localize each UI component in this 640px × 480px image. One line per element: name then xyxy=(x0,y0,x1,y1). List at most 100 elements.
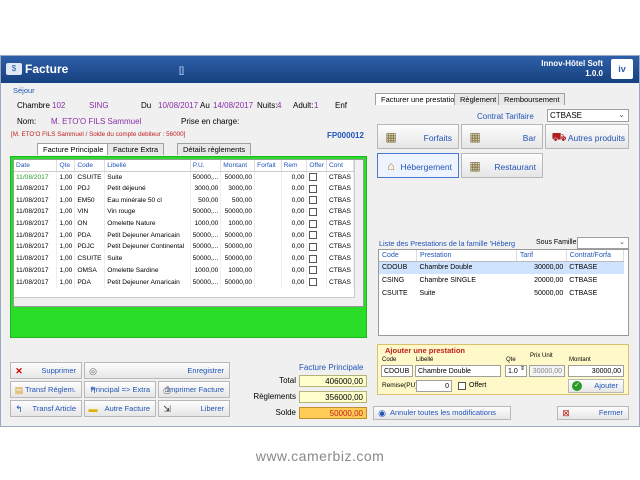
pcol-prestation[interactable]: Prestation xyxy=(416,250,517,262)
principal-extra-button[interactable]: ↰ Principal => Extra xyxy=(84,381,156,398)
window-title: Facture xyxy=(25,62,69,76)
table-cell: 50000,00 xyxy=(220,206,256,218)
table-cell: 0,00 xyxy=(281,206,308,218)
offer-checkbox[interactable] xyxy=(309,173,318,182)
prestation-row[interactable]: CSUITE Suite 50000,00 CTBASE xyxy=(379,287,624,300)
tab-details-reglements[interactable]: Détails règlements xyxy=(177,143,252,155)
tab-facture-principale[interactable]: Facture Principale xyxy=(37,143,110,155)
table-row[interactable]: 11/08/2017 1,00 CSUITE Suite 50000,... 50000,… xyxy=(14,252,355,265)
table-cell: CTBAS xyxy=(326,217,355,230)
remise-label: Remise(PU) xyxy=(382,382,418,389)
col-date[interactable]: Date xyxy=(14,160,58,172)
prestation-row[interactable]: CDOUB Chambre Double 30000,00 CTBASE xyxy=(379,261,624,274)
col-libelle[interactable]: Libellé xyxy=(104,160,191,172)
col-pu[interactable]: P.U. xyxy=(190,160,222,172)
table-vertical-scrollbar[interactable] xyxy=(354,160,363,306)
offer-checkbox[interactable] xyxy=(309,254,318,263)
table-row[interactable]: 11/08/2017 1,00 PDJ Petit déjeuné 3000,00 300… xyxy=(14,182,355,195)
contrat-select[interactable]: CTBASE ⌄ xyxy=(547,109,629,122)
ajouter-libelle-label: Libellé xyxy=(416,357,434,363)
ajouter-qte-stepper[interactable]: 1.0 ⇕ xyxy=(505,365,527,377)
cart-icon: ⛟ xyxy=(551,130,567,144)
famille-forfaits-button[interactable]: ▦ Forfaits xyxy=(377,124,459,149)
imprimer-facture-button[interactable]: ⎙ Imprimer Facture xyxy=(158,381,230,398)
ajouter-libelle-input[interactable]: Chambre Double xyxy=(415,365,501,377)
transf-reglem-button[interactable]: ▤ Transf Réglem. xyxy=(10,381,82,398)
ajouter-code-input[interactable]: CDOUB xyxy=(381,365,413,377)
nuits-value: 4 xyxy=(277,101,282,110)
table-row[interactable]: 11/08/2017 1,00 OMSA Omelette Sardine 1000,0… xyxy=(14,264,355,277)
offer-checkbox[interactable] xyxy=(309,231,318,240)
table-row[interactable]: 11/08/2017 1,00 PDA Petit Dejeuner Amaricai… xyxy=(14,229,355,242)
prestation-row[interactable]: CSING Chambre SINGLE 20000,00 CTBASE xyxy=(379,274,624,287)
table-row[interactable]: 11/08/2017 1,00 ON Omelette Nature 1000,00 10… xyxy=(14,217,355,230)
prestations-title: Liste des Prestations de la famille 'Héb… xyxy=(379,239,516,248)
remise-input[interactable]: 0 xyxy=(416,380,452,392)
prestations-table: Code Prestation Tarif Contrat/Forfa CDOU… xyxy=(379,250,625,300)
ajouter-pu-label: Prix Unit xyxy=(530,353,553,359)
famille-hebergement-button[interactable]: ⌂ Hébergement xyxy=(377,153,459,178)
col-offer[interactable]: Offer xyxy=(306,160,327,172)
enregistrer-button[interactable]: ◎ Enregistrer xyxy=(84,362,230,379)
table-row[interactable]: 11/08/2017 1,00 VIN Vin rouge 50000,... 50000… xyxy=(14,206,355,218)
du-label: Du xyxy=(141,101,152,110)
famille-bar-button[interactable]: ▦ Bar xyxy=(461,124,543,149)
liberer-label: Liberer xyxy=(200,404,224,413)
offer-checkbox[interactable] xyxy=(309,266,318,275)
sous-famille-select[interactable]: ⌄ xyxy=(577,237,629,249)
table-cell: 3000,00 xyxy=(220,182,256,195)
col-rem[interactable]: Rem xyxy=(281,160,308,172)
pcol-code[interactable]: Code xyxy=(379,250,417,262)
ajouter-button[interactable]: ✓ Ajouter xyxy=(568,379,624,393)
col-code[interactable]: Code xyxy=(74,160,106,172)
famille-restaurant-button[interactable]: ▦ Restaurant xyxy=(461,153,543,178)
table-row[interactable]: 11/08/2017 1,00 PDJC Petit Dejeuner Contine… xyxy=(14,241,355,253)
famille-hebergement-label: Hébergement xyxy=(400,162,452,172)
window-subtitle: [] xyxy=(179,65,185,75)
offer-checkbox[interactable] xyxy=(309,242,318,251)
tab-reglement[interactable]: Règlement xyxy=(454,93,503,105)
offer-checkbox[interactable] xyxy=(309,207,318,216)
enf-label: Enf xyxy=(335,101,348,110)
col-montant[interactable]: Montant xyxy=(220,160,256,172)
table-horizontal-scrollbar[interactable] xyxy=(14,297,355,306)
transfer-icon: ▤ xyxy=(14,385,24,395)
tab-facturer-prestation[interactable]: Facturer une prestation xyxy=(375,93,465,105)
offer-checkbox[interactable] xyxy=(309,196,318,205)
sejour-section-label: Séjour xyxy=(13,86,35,95)
fermer-button[interactable]: ⊠ Fermer xyxy=(557,406,629,420)
table-cell: 1,00 xyxy=(56,206,76,218)
table-cell: 500,00 xyxy=(220,194,256,207)
exit-door-icon: ⇲ xyxy=(163,404,171,414)
table-cell: 1000,00 xyxy=(190,217,222,230)
table-row[interactable]: 11/08/2017 1,00 PDA Petit Dejeuner Amaricai… xyxy=(14,276,355,288)
supprimer-button[interactable]: ✕ Supprimer xyxy=(10,362,82,379)
offer-checkbox[interactable] xyxy=(309,184,318,193)
tab-remboursement[interactable]: Remboursement xyxy=(498,93,566,105)
table-row[interactable]: 11/08/2017 1,00 EM50 Eau minérale 50 cl 500,… xyxy=(14,194,355,207)
offer-checkbox[interactable] xyxy=(309,278,318,287)
annuler-modifications-button[interactable]: ◉ Annuler toutes les modifications xyxy=(373,406,511,420)
table-cell: CTBAS xyxy=(326,252,355,265)
col-forfait[interactable]: Forfait xyxy=(254,160,282,172)
table-cell: PDA xyxy=(74,276,106,288)
transf-article-button[interactable]: ↰ Transf Article xyxy=(10,400,82,417)
invoice-table-container[interactable]: Date Qte Code Libellé P.U. Montant Forfa… xyxy=(13,159,364,307)
liberer-button[interactable]: ⇲ Liberer xyxy=(158,400,230,417)
prestations-table-container[interactable]: Code Prestation Tarif Contrat/Forfa CDOU… xyxy=(378,249,629,336)
famille-autres-produits-button[interactable]: ⛟ Autres produits xyxy=(545,124,629,149)
pcol-contrat[interactable]: Contrat/Forfa xyxy=(566,250,625,262)
table-cell: 1000,00 xyxy=(190,264,222,277)
table-row[interactable]: 11/08/2017 1,00 CSUITE Suite 50000,... 50000,… xyxy=(14,171,355,183)
tab-facture-extra[interactable]: Facture Extra xyxy=(107,143,165,155)
col-cont[interactable]: Cont xyxy=(326,160,355,172)
offert-checkbox[interactable] xyxy=(458,382,466,390)
chambre-value: 102 xyxy=(52,101,66,110)
col-qte[interactable]: Qte xyxy=(56,160,76,172)
table-cell: 1,00 xyxy=(56,276,76,288)
autre-facture-button[interactable]: ▬ Autre Facture xyxy=(84,400,156,417)
invoice-icon: $ xyxy=(6,63,22,75)
famille-restaurant-label: Restaurant xyxy=(494,162,536,172)
offer-checkbox[interactable] xyxy=(309,219,318,228)
pcol-tarif[interactable]: Tarif xyxy=(516,250,567,262)
